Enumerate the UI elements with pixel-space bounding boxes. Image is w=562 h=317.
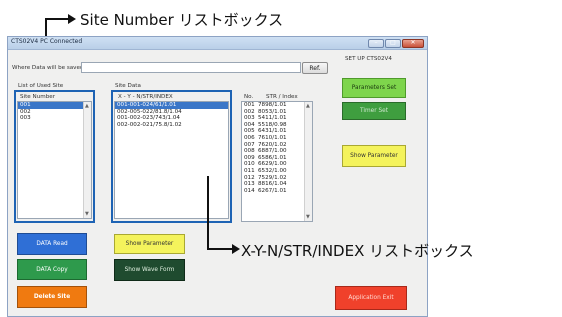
title-bar: CTS02V4 PC Connected – □ ✕ xyxy=(8,37,427,50)
callout-arrowhead-top xyxy=(68,14,76,24)
callout-arrowhead-bottom xyxy=(232,244,240,254)
row-str-index: 7620/1.02 xyxy=(258,141,287,148)
str-index-row[interactable]: 008 6887/1.00 xyxy=(242,148,312,155)
callout-line-bottom-h xyxy=(207,248,234,250)
str-index-row[interactable]: 011 6532/1.00 xyxy=(242,168,312,175)
scroll-down-icon[interactable]: ▼ xyxy=(85,211,89,217)
str-index-row[interactable]: 002 8053/1.01 xyxy=(242,109,312,116)
list-item[interactable]: 001 xyxy=(18,102,91,109)
row-str-index: 7898/1.01 xyxy=(258,102,287,108)
list-item[interactable]: 002 xyxy=(18,109,91,116)
row-number: 001 xyxy=(244,102,255,108)
site-data-label: Site Data xyxy=(115,83,141,89)
row-str-index: 7529/1.02 xyxy=(258,174,287,181)
app-window: CTS02V4 PC Connected – □ ✕ Where Data wi… xyxy=(7,36,428,317)
data-read-button[interactable]: DATA Read xyxy=(17,233,87,255)
row-str-index: 6629/1.00 xyxy=(258,161,287,168)
row-str-index: 7610/1.01 xyxy=(258,134,287,141)
list-item[interactable]: 001-002-023/743/1.04 xyxy=(115,115,228,122)
callout-line-bottom-v xyxy=(207,176,209,250)
scroll-down-icon[interactable]: ▼ xyxy=(306,214,310,220)
row-number: 012 xyxy=(244,174,255,181)
minimize-button[interactable]: – xyxy=(368,39,384,48)
row-str-index: 5411/1.01 xyxy=(258,115,287,122)
row-str-index: 5518/0.98 xyxy=(258,121,287,128)
str-index-row[interactable]: 007 7620/1.02 xyxy=(242,142,312,149)
str-index-row[interactable]: 012 7529/1.02 xyxy=(242,175,312,182)
callout-line-top-h xyxy=(45,18,70,20)
setup-label: SET UP CTS02V4 xyxy=(345,56,392,62)
site-data-listbox[interactable]: 001-001-024/61/1.01 002-005-022/81.8/1.0… xyxy=(114,101,229,219)
str-index-row[interactable]: 005 6431/1.01 xyxy=(242,128,312,135)
close-button[interactable]: ✕ xyxy=(402,39,424,48)
save-path-label: Where Data will be saved xyxy=(12,65,84,71)
str-index-row[interactable]: 006 7610/1.01 xyxy=(242,135,312,142)
str-index-row[interactable]: 010 6629/1.00 xyxy=(242,161,312,168)
row-str-index: 8816/1.04 xyxy=(258,181,287,188)
row-number: 010 xyxy=(244,161,255,168)
delete-site-button[interactable]: Delete Site xyxy=(17,286,87,308)
row-number: 002 xyxy=(244,108,255,115)
data-copy-button[interactable]: DATA Copy xyxy=(17,259,87,280)
row-str-index: 6267/1.01 xyxy=(258,187,287,194)
site-number-listbox[interactable]: 001 002 003 ▲ ▼ xyxy=(17,101,92,219)
col-no-header: No. xyxy=(244,94,254,100)
list-item[interactable]: 002-002-021/75.8/1.02 xyxy=(115,122,228,129)
used-site-label: List of Used Site xyxy=(18,83,64,89)
row-str-index: 6586/1.01 xyxy=(258,154,287,161)
scrollbar[interactable]: ▲ ▼ xyxy=(83,102,91,218)
show-parameter-right-button[interactable]: Show Parameter xyxy=(342,145,406,167)
str-index-row[interactable]: 013 8816/1.04 xyxy=(242,181,312,188)
row-number: 004 xyxy=(244,121,255,128)
row-number: 006 xyxy=(244,134,255,141)
site-number-header: Site Number xyxy=(20,94,55,100)
site-data-header: X - Y - N/STR/INDEX xyxy=(118,94,173,100)
row-number: 005 xyxy=(244,128,255,135)
row-number: 013 xyxy=(244,181,255,188)
parameters-set-button[interactable]: Parameters Set xyxy=(342,78,406,98)
application-exit-button[interactable]: Application Exit xyxy=(335,286,407,310)
row-str-index: 6431/1.01 xyxy=(258,128,287,135)
save-path-input[interactable] xyxy=(81,62,301,73)
row-number: 007 xyxy=(244,141,255,148)
str-index-row[interactable]: 003 5411/1.01 xyxy=(242,115,312,122)
row-number: 011 xyxy=(244,167,255,174)
scroll-up-icon[interactable]: ▲ xyxy=(85,103,89,109)
list-item[interactable]: 001-001-024/61/1.01 xyxy=(115,102,228,109)
row-str-index: 8053/1.01 xyxy=(258,108,287,115)
site-number-callout-label: Site Number リストボックス xyxy=(80,11,284,29)
str-index-row[interactable]: 014 6267/1.01 xyxy=(242,188,312,195)
col-str-index-header: STR / Index xyxy=(266,94,298,100)
list-item[interactable]: 003 xyxy=(18,115,91,122)
row-number: 008 xyxy=(244,148,255,155)
row-number: 003 xyxy=(244,115,255,122)
str-index-listbox[interactable]: 001 7898/1.01 002 8053/1.01 003 5411/1.01 004 5… xyxy=(241,101,313,222)
show-parameter-button[interactable]: Show Parameter xyxy=(114,234,185,254)
row-str-index: 6532/1.00 xyxy=(258,167,287,174)
maximize-button[interactable]: □ xyxy=(385,39,401,48)
row-number: 014 xyxy=(244,187,255,194)
str-index-row[interactable]: 004 5518/0.98 xyxy=(242,122,312,129)
list-item[interactable]: 002-005-022/81.8/1.04 xyxy=(115,109,228,116)
timer-set-button[interactable]: Timer Set xyxy=(342,102,406,120)
ref-button[interactable]: Ref. xyxy=(302,62,328,74)
str-index-row[interactable]: 009 6586/1.01 xyxy=(242,155,312,162)
row-str-index: 6887/1.00 xyxy=(258,148,287,155)
str-index-row[interactable]: 001 7898/1.01 xyxy=(242,102,312,109)
window-title: CTS02V4 PC Connected xyxy=(11,38,83,45)
row-number: 009 xyxy=(244,154,255,161)
scroll-up-icon[interactable]: ▲ xyxy=(306,103,310,109)
show-wave-form-button[interactable]: Show Wave Form xyxy=(114,259,185,281)
scrollbar[interactable]: ▲ ▼ xyxy=(304,102,312,221)
xyn-callout-label: X-Y-N/STR/INDEX リストボックス xyxy=(241,242,474,260)
